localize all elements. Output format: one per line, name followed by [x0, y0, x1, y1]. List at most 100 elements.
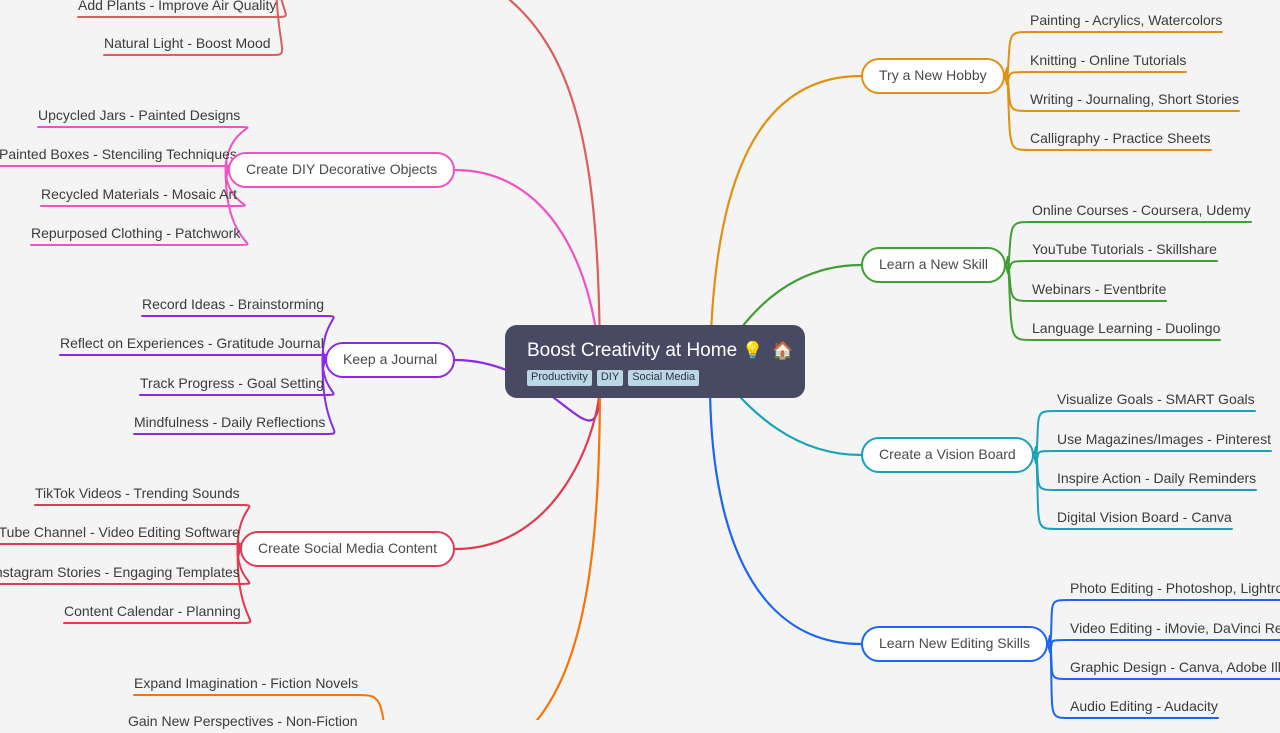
leaf-node[interactable]: Natural Light - Boost Mood: [104, 35, 271, 55]
root-tag[interactable]: Social Media: [628, 370, 700, 386]
connector-path: [1006, 67, 1031, 151]
leaf-node[interactable]: Video Editing - iMovie, DaVinci Resolve: [1070, 620, 1280, 640]
leaf-node[interactable]: Upcycled Jars - Painted Designs: [38, 107, 240, 127]
connector-path: [453, 380, 602, 551]
connector-path: [1047, 643, 1051, 653]
root-node[interactable]: Boost Creativity at Home 💡 🏠 Productivit…: [505, 325, 805, 398]
leaf-node-label: Calligraphy - Practice Sheets: [1030, 130, 1211, 146]
connector-path: [1005, 264, 1009, 274]
leaf-node[interactable]: Painting - Acrylics, Watercolors: [1030, 12, 1222, 32]
connector-path: [1035, 410, 1058, 464]
leaf-node[interactable]: Inspire Action - Daily Reminders: [1057, 470, 1256, 490]
leaf-node[interactable]: Repurposed Clothing - Patchwork: [31, 225, 240, 245]
leaf-node[interactable]: TikTok Videos - Trending Sounds: [35, 485, 240, 505]
branch-node-create-diy-decorative-objects[interactable]: Create DIY Decorative Objects: [228, 152, 456, 188]
leaf-node[interactable]: Gain New Perspectives - Non-Fiction: [128, 713, 358, 733]
leaf-node[interactable]: Track Progress - Goal Setting: [140, 375, 324, 395]
root-emoji-group: 💡 🏠: [742, 341, 796, 360]
branch-node-learn-new-editing-skills[interactable]: Learn New Editing Skills: [861, 626, 1048, 662]
mindmap-canvas: Boost Creativity at Home 💡 🏠 Productivit…: [0, 0, 1280, 729]
leaf-node[interactable]: Webinars - Eventbrite: [1032, 281, 1166, 301]
branch-node-keep-a-journal[interactable]: Keep a Journal: [325, 342, 456, 378]
branch-node-label: Create a Vision Board: [879, 446, 1016, 462]
connector-path: [1007, 221, 1033, 274]
branch-node-try-a-new-hobby[interactable]: Try a New Hobby: [861, 58, 1005, 94]
leaf-node-label: Track Progress - Goal Setting: [140, 375, 324, 391]
root-tag-list: Productivity DIY Social Media: [527, 370, 783, 386]
connector-path: [1005, 256, 1009, 266]
connector-path: [1049, 639, 1071, 653]
leaf-node-label: Mindfulness - Daily Reflections: [134, 414, 326, 430]
branch-node-create-social-media-content[interactable]: Create Social Media Content: [240, 531, 455, 567]
leaf-node[interactable]: Graphic Design - Canva, Adobe Illustrato…: [1070, 659, 1280, 679]
connector-path: [1033, 446, 1037, 456]
leaf-node[interactable]: Knitting - Online Tutorials: [1030, 52, 1186, 72]
leaf-node-label: Audio Editing - Audacity: [1070, 698, 1218, 714]
leaf-node[interactable]: Painted Boxes - Stenciling Techniques: [0, 146, 237, 166]
root-title: Boost Creativity at Home 💡 🏠: [527, 339, 793, 363]
connector-path: [1007, 260, 1033, 274]
leaf-node[interactable]: Mindfulness - Daily Reflections: [134, 414, 325, 434]
root-title-text: Boost Creativity at Home: [527, 340, 738, 361]
leaf-node-label: Graphic Design - Canva, Adobe Illustrato…: [1070, 659, 1280, 675]
leaf-node-label: Visualize Goals - SMART Goals: [1057, 391, 1255, 407]
leaf-node[interactable]: Online Courses - Coursera, Udemy: [1032, 202, 1251, 222]
root-tag[interactable]: Productivity: [527, 370, 592, 386]
leaf-node[interactable]: Photo Editing - Photoshop, Lightroom: [1070, 580, 1280, 600]
leaf-node-label: Writing - Journaling, Short Stories: [1030, 91, 1240, 107]
leaf-node[interactable]: Reflect on Experiences - Gratitude Journ…: [60, 335, 324, 355]
leaf-node[interactable]: Calligraphy - Practice Sheets: [1030, 130, 1211, 150]
leaf-node[interactable]: Recycled Materials - Mosaic Art: [41, 186, 237, 206]
leaf-node-label: Webinars - Eventbrite: [1032, 281, 1167, 297]
leaf-node-label: Online Courses - Coursera, Udemy: [1032, 202, 1251, 218]
leaf-node[interactable]: Use Magazines/Images - Pinterest: [1057, 431, 1271, 451]
leaf-node-label: Language Learning - Duolingo: [1032, 320, 1221, 336]
leaf-node[interactable]: Instagram Stories - Engaging Templates: [0, 564, 240, 584]
leaf-node[interactable]: Content Calendar - Planning: [64, 603, 241, 623]
connector-path: [1007, 256, 1033, 302]
connector-path: [1049, 635, 1071, 719]
leaf-node[interactable]: Writing - Journaling, Short Stories: [1030, 91, 1239, 111]
leaf-node-label: Painting - Acrylics, Watercolors: [1030, 12, 1223, 28]
leaf-node[interactable]: Expand Imagination - Fiction Novels: [134, 675, 358, 695]
leaf-node[interactable]: Digital Vision Board - Canva: [1057, 509, 1232, 529]
connector-path: [1047, 643, 1051, 653]
connector-path: [1004, 67, 1008, 77]
connector-path: [1033, 446, 1037, 456]
leaf-node[interactable]: Visualize Goals - SMART Goals: [1057, 391, 1255, 411]
connector-path: [275, 0, 287, 18]
connector-path: [1004, 75, 1008, 85]
connector-path: [1007, 256, 1033, 341]
leaf-node[interactable]: YouTube Tutorials - Skillshare: [1032, 241, 1217, 261]
leaf-node[interactable]: Add Plants - Improve Air Quality: [78, 0, 276, 17]
connector-path: [1049, 599, 1071, 653]
leaf-node[interactable]: Audio Editing - Audacity: [1070, 698, 1218, 718]
branch-node-label: Try a New Hobby: [879, 67, 987, 83]
connector-path: [1004, 75, 1008, 85]
leaf-node-label: Knitting - Online Tutorials: [1030, 52, 1187, 68]
branch-node-create-a-vision-board[interactable]: Create a Vision Board: [861, 437, 1034, 473]
leaf-node-label: Painted Boxes - Stenciling Techniques: [0, 146, 237, 162]
leaf-node-label: Expand Imagination - Fiction Novels: [134, 675, 359, 691]
leaf-node-label: Repurposed Clothing - Patchwork: [31, 225, 241, 241]
leaf-node[interactable]: YouTube Channel - Video Editing Software: [0, 524, 240, 544]
leaf-node-label: Use Magazines/Images - Pinterest: [1057, 431, 1271, 447]
connector-path: [1035, 450, 1058, 464]
leaf-node-label: Upcycled Jars - Painted Designs: [38, 107, 241, 123]
connector-path: [1047, 635, 1051, 645]
leaf-node[interactable]: Language Learning - Duolingo: [1032, 320, 1220, 340]
branch-node-learn-a-new-skill[interactable]: Learn a New Skill: [861, 247, 1006, 283]
leaf-node-label: Add Plants - Improve Air Quality: [78, 0, 277, 13]
connector-path: [1006, 67, 1031, 112]
connector-path: [1035, 446, 1058, 491]
leaf-node-label: Recycled Materials - Mosaic Art: [41, 186, 238, 202]
branch-node-label: Learn New Editing Skills: [879, 635, 1030, 651]
leaf-node-label: Content Calendar - Planning: [64, 603, 241, 619]
leaf-node-label: Reflect on Experiences - Gratitude Journ…: [60, 335, 324, 351]
connector-path: [708, 380, 863, 646]
root-tag[interactable]: DIY: [596, 370, 624, 386]
connector-path: [1035, 446, 1058, 530]
branch-node-label: Create DIY Decorative Objects: [246, 161, 438, 177]
connector-path: [1033, 454, 1037, 464]
leaf-node[interactable]: Record Ideas - Brainstorming: [142, 296, 324, 316]
